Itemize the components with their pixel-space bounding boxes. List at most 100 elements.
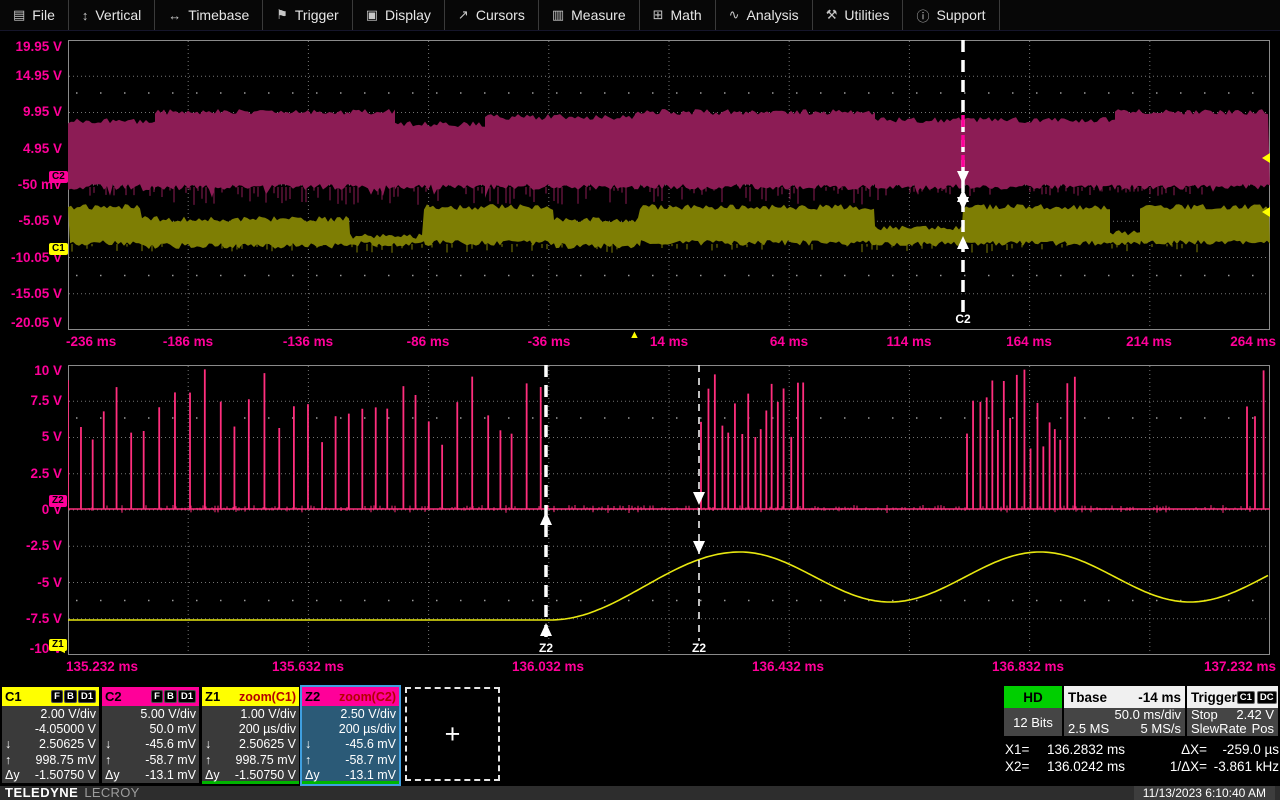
- trace-label: C2: [105, 689, 122, 704]
- trigger-coupling-badge: DC: [1257, 691, 1277, 704]
- y-axis-label: -7.5 V: [0, 611, 62, 626]
- trace-descriptor-c2[interactable]: C2FBD15.00 V/div50.0 mV↓-45.6 mV↑-58.7 m…: [102, 687, 199, 783]
- descriptor-row: ↑998.75 mV: [5, 753, 96, 768]
- descriptor-badge-b: B: [164, 690, 177, 703]
- y-axis-label: -5 V: [0, 575, 62, 590]
- trigger-source-badge: C1: [1237, 691, 1255, 704]
- y-axis-label: 9.95 V: [0, 104, 62, 119]
- statusbar: TELEDYNE LECROY 11/13/2023 6:10:40 AM: [0, 786, 1280, 800]
- descriptor-badge-f: F: [151, 690, 163, 703]
- x-axis-label: -36 ms: [528, 334, 571, 349]
- trigger-title: Trigger: [1191, 690, 1237, 705]
- trigger-time-marker[interactable]: ▲: [629, 330, 640, 340]
- descriptor-row: 2.00 V/div: [5, 707, 96, 722]
- descriptor-row: ↓-45.6 mV: [105, 737, 196, 752]
- x-axis-label: 136.032 ms: [512, 659, 584, 674]
- x-axis-label: 135.232 ms: [66, 659, 138, 674]
- y-axis-label: 19.95 V: [0, 39, 62, 54]
- zoom-source-label: zoom(C2): [339, 690, 396, 704]
- trace-descriptor-c1[interactable]: C1FBD12.00 V/div-4.05000 V↓2.50625 V↑998…: [2, 687, 99, 783]
- x-axis-label: -136 ms: [283, 334, 333, 349]
- plus-icon: +: [445, 719, 461, 750]
- brand-lecroy: LECROY: [84, 785, 139, 800]
- x-axis-label: 136.832 ms: [992, 659, 1064, 674]
- x-axis-label: 135.632 ms: [272, 659, 344, 674]
- x2-value: 136.0242 ms: [1047, 758, 1155, 775]
- descriptor-badge-d1: D1: [78, 690, 96, 703]
- oscilloscope-screen: ▤File↕Vertical↔Timebase⚑Trigger▣Display↗…: [0, 0, 1280, 800]
- tbase-title: Tbase: [1068, 690, 1107, 705]
- dx-value: -259.0 µs: [1207, 741, 1279, 758]
- x-axis-label: 214 ms: [1126, 334, 1172, 349]
- descriptor-row: ↓2.50625 V: [5, 737, 96, 752]
- inv-dx-value: -3.861 kHz: [1207, 758, 1279, 775]
- descriptor-badge-d1: D1: [178, 690, 196, 703]
- svg-text:Z2: Z2: [692, 641, 706, 655]
- trace-descriptor-z1[interactable]: Z1zoom(C1)1.00 V/div200 µs/div↓2.50625 V…: [202, 687, 299, 784]
- descriptor-row: 2.50 V/div: [305, 707, 396, 722]
- descriptor-row: 200 µs/div: [305, 722, 396, 737]
- brand-teledyne: TELEDYNE: [5, 785, 78, 800]
- zoom-grid-canvas: Z2Z2: [68, 365, 1270, 655]
- channel-marker-z1[interactable]: Z1: [49, 639, 67, 651]
- descriptor-row: ↓-45.6 mV: [305, 737, 396, 752]
- tbase-scale: 50.0 ms/div: [1115, 708, 1181, 722]
- add-trace-box[interactable]: +: [405, 687, 500, 781]
- x-axis-label: 164 ms: [1006, 334, 1052, 349]
- descriptor-row: Δy-1.50750 V: [5, 768, 96, 783]
- y-axis-label: -2.5 V: [0, 538, 62, 553]
- trigger-slope: Pos: [1252, 722, 1274, 736]
- cursor-z2-right[interactable]: Z2: [692, 365, 706, 655]
- descriptor-row: 1.00 V/div: [205, 707, 296, 722]
- descriptor-row: Δy-13.1 mV: [105, 768, 196, 783]
- trigger-type: SlewRate: [1191, 722, 1247, 736]
- x-axis-label: -186 ms: [163, 334, 213, 349]
- timebase-panel[interactable]: Tbase -14 ms 50.0 ms/div 2.5 MS 5 MS/s: [1064, 686, 1185, 736]
- z1-waveform: [68, 552, 1268, 620]
- x-axis-label: 114 ms: [886, 334, 931, 349]
- y-axis-label: 5 V: [0, 429, 62, 444]
- zoom-grid[interactable]: Z2Z2: [68, 365, 1270, 655]
- trigger-panel[interactable]: Trigger C1 DC Stop 2.42 V SlewRate Pos: [1187, 686, 1278, 736]
- zoom-source-label: zoom(C1): [239, 690, 296, 704]
- x-axis-label: -236 ms: [66, 334, 116, 349]
- descriptor-badge-b: B: [64, 690, 77, 703]
- y-axis-label: -15.05 V: [0, 286, 62, 301]
- x-axis-label: 264 ms: [1230, 334, 1276, 349]
- descriptor-badge-f: F: [51, 690, 63, 703]
- trigger-mode: Stop: [1191, 708, 1218, 722]
- datetime: 11/13/2023 6:10:40 AM: [1134, 786, 1275, 800]
- bits-value: 12 Bits: [1013, 715, 1053, 730]
- y-axis-label: 10 V: [0, 363, 62, 378]
- descriptor-row: Δy-1.50750 V: [205, 768, 296, 783]
- x-axis-label: -86 ms: [407, 334, 450, 349]
- c1-waveform: [68, 204, 1270, 249]
- y-axis-label: -20.05 V: [0, 315, 62, 330]
- top-grid-canvas: C2: [68, 40, 1270, 330]
- channel-marker-z2[interactable]: Z2: [49, 495, 67, 507]
- top-grid[interactable]: C2: [68, 40, 1270, 330]
- cursor-readout: X1= 136.2832 ms ΔX= -259.0 µs X2= 136.02…: [1005, 741, 1279, 775]
- brand-logo: TELEDYNE LECROY: [5, 786, 140, 800]
- c2-waveform: [68, 109, 1270, 198]
- x2-label: X2=: [1005, 758, 1047, 775]
- tbase-samples: 2.5 MS: [1068, 722, 1109, 736]
- tbase-rate: 5 MS/s: [1141, 722, 1181, 736]
- hd-bits-label: 12 Bits: [1004, 708, 1062, 736]
- channel-marker-c1[interactable]: C1: [49, 243, 68, 255]
- x1-value: 136.2832 ms: [1047, 741, 1155, 758]
- descriptor-row: 50.0 mV: [105, 722, 196, 737]
- x-axis-label: 64 ms: [770, 334, 808, 349]
- x1-label: X1=: [1005, 741, 1047, 758]
- inv-dx-label: 1/ΔX=: [1155, 758, 1207, 775]
- waveform-display-area: C2 Z2Z2 ▲ ◄ 19.95 V14.95 V9.95 V4.95 V-5…: [0, 0, 1280, 800]
- acquisition-mode-panel[interactable]: HD 12 Bits: [1004, 686, 1062, 736]
- descriptor-row: 200 µs/div: [205, 722, 296, 737]
- trace-descriptor-z2[interactable]: Z2zoom(C2)2.50 V/div200 µs/div↓-45.6 mV↑…: [302, 687, 399, 784]
- descriptor-row: 5.00 V/div: [105, 707, 196, 722]
- descriptor-row: Δy-13.1 mV: [305, 768, 396, 783]
- x-axis-label: 136.432 ms: [752, 659, 824, 674]
- y-axis-label: 7.5 V: [0, 393, 62, 408]
- channel-marker-c2[interactable]: C2: [49, 171, 68, 183]
- x-axis-label: 14 ms: [650, 334, 688, 349]
